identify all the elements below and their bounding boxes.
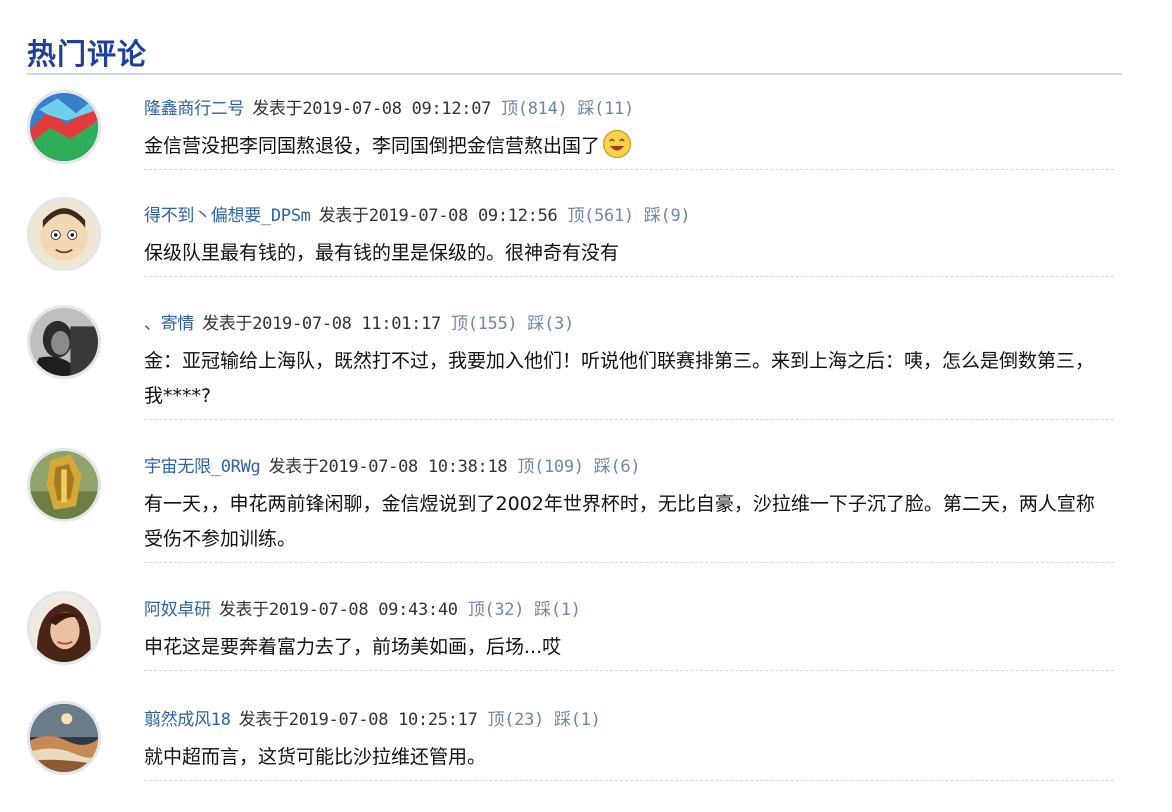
- downvote-button[interactable]: 踩(11): [577, 99, 634, 119]
- avatar[interactable]: [27, 90, 101, 164]
- comment-text: 申花这是要奔着富力去了，前场美如画，后场...哎: [144, 636, 562, 658]
- downvote-button[interactable]: 踩(1): [534, 600, 581, 620]
- upvote-label: 顶: [501, 99, 518, 119]
- downvote-count: (9): [660, 206, 691, 226]
- upvote-button[interactable]: 顶(561): [567, 206, 634, 226]
- posted-label: 发表于: [202, 314, 253, 334]
- comment-divider: [144, 670, 1114, 671]
- username-link[interactable]: 翦然成风18: [144, 710, 231, 730]
- username-link[interactable]: 隆鑫商行二号: [144, 99, 245, 119]
- comment-text: 就中超而言，这货可能比沙拉维还管用。: [144, 746, 487, 768]
- comment-item: 隆鑫商行二号 发表于2019-07-08 09:12:07 顶(814) 踩(11) …: [0, 84, 1172, 191]
- comment-divider: [144, 780, 1114, 781]
- comment-text: 保级队里最有钱的，最有钱的里是保级的。很神奇有没有: [144, 242, 620, 264]
- comment-item: 阿奴卓研 发表于2019-07-08 09:43:40 顶(32) 踩(1) 申花这是…: [0, 585, 1172, 695]
- comment-divider: [144, 419, 1114, 420]
- posted-label: 发表于: [218, 600, 269, 620]
- posted-label: 发表于: [318, 206, 369, 226]
- upvote-count: (155): [467, 314, 518, 334]
- upvote-button[interactable]: 顶(23): [487, 710, 545, 730]
- comment-text-body: 金信营没把李同国熬退役，李同国倒把金信营熬出国了: [144, 135, 601, 157]
- username-link[interactable]: 宇宙无限_0RWg: [144, 457, 261, 477]
- upvote-label: 顶: [517, 457, 535, 477]
- upvote-button[interactable]: 顶(814): [501, 99, 568, 119]
- downvote-label: 踩: [643, 206, 661, 226]
- comment-text: 有一天，，申花两前锋闲聊，金信煜说到了2002年世界杯时，无比自豪，沙拉维一下子…: [144, 493, 1095, 550]
- downvote-button[interactable]: 踩(3): [527, 314, 574, 334]
- upvote-count: (814): [517, 99, 568, 119]
- section-title: 热门评论: [27, 37, 148, 71]
- upvote-button[interactable]: 顶(109): [517, 457, 584, 477]
- downvote-count: (6): [610, 457, 641, 477]
- upvote-label: 顶: [487, 710, 505, 730]
- timestamp: 2019-07-08 09:12:56: [368, 206, 558, 226]
- timestamp: 2019-07-08 09:12:07: [302, 99, 492, 119]
- upvote-button[interactable]: 顶(32): [467, 600, 525, 620]
- avatar-image: [30, 308, 98, 376]
- downvote-button[interactable]: 踩(1): [554, 710, 601, 730]
- avatar[interactable]: [27, 448, 101, 522]
- comment-list: 隆鑫商行二号 发表于2019-07-08 09:12:07 顶(814) 踩(11) …: [0, 84, 1172, 805]
- username-link[interactable]: 阿奴卓研: [144, 600, 211, 620]
- upvote-label: 顶: [450, 314, 468, 334]
- avatar-image: [30, 704, 98, 772]
- comment-item: 宇宙无限_0RWg 发表于2019-07-08 10:38:18 顶(109) 踩(6…: [0, 442, 1172, 585]
- upvote-count: (561): [584, 206, 634, 226]
- avatar-image: [30, 594, 98, 662]
- username-link[interactable]: 得不到丶偏想要_DPSm: [144, 206, 311, 226]
- avatar[interactable]: [27, 305, 101, 379]
- upvote-count: (23): [504, 710, 544, 730]
- downvote-label: 踩: [577, 99, 595, 119]
- comment-text: 金：亚冠输给上海队，既然打不过，我要加入他们！听说他们联赛排第三。来到上海之后：…: [144, 350, 1095, 407]
- upvote-label: 顶: [467, 600, 485, 620]
- downvote-count: (11): [594, 99, 634, 119]
- timestamp: 2019-07-08 11:01:17: [252, 314, 441, 334]
- upvote-count: (32): [484, 600, 525, 620]
- avatar[interactable]: [27, 701, 101, 775]
- posted-label: 发表于: [252, 99, 303, 119]
- downvote-label: 踩: [534, 600, 551, 620]
- timestamp: 2019-07-08 09:43:40: [268, 600, 458, 620]
- avatar-image: [30, 93, 98, 161]
- downvote-label: 踩: [593, 457, 611, 477]
- avatar[interactable]: [27, 197, 101, 271]
- comment-item: 、寄情 发表于2019-07-08 11:01:17 顶(155) 踩(3) 金：亚冠…: [0, 299, 1172, 442]
- downvote-count: (3): [544, 314, 574, 334]
- comment-item: 得不到丶偏想要_DPSm 发表于2019-07-08 09:12:56 顶(561)…: [0, 191, 1172, 299]
- avatar[interactable]: [27, 591, 101, 665]
- downvote-label: 踩: [527, 314, 545, 334]
- title-divider: [27, 73, 1122, 75]
- posted-label: 发表于: [268, 457, 319, 477]
- downvote-button[interactable]: 踩(9): [644, 206, 691, 226]
- laughing-face-icon: [602, 129, 632, 159]
- avatar-image: [30, 200, 98, 268]
- downvote-button[interactable]: 踩(6): [594, 457, 641, 477]
- upvote-label: 顶: [567, 206, 585, 226]
- comment-item: 翦然成风18 发表于2019-07-08 10:25:17 顶(23) 踩(1) 就中…: [0, 695, 1172, 805]
- downvote-count: (1): [570, 710, 601, 730]
- downvote-count: (1): [550, 600, 581, 620]
- upvote-count: (109): [534, 457, 584, 477]
- comment-divider: [144, 276, 1114, 277]
- downvote-label: 踩: [554, 710, 571, 730]
- comment-divider: [144, 562, 1114, 563]
- timestamp: 2019-07-08 10:25:17: [288, 710, 478, 730]
- avatar-image: [30, 451, 98, 519]
- timestamp: 2019-07-08 10:38:18: [318, 457, 508, 477]
- upvote-button[interactable]: 顶(155): [450, 314, 518, 334]
- comment-text: 金信营没把李同国熬退役，李同国倒把金信营熬出国了: [144, 126, 1112, 169]
- posted-label: 发表于: [238, 710, 289, 730]
- username-link[interactable]: 、寄情: [144, 314, 194, 334]
- comment-divider: [144, 169, 1114, 170]
